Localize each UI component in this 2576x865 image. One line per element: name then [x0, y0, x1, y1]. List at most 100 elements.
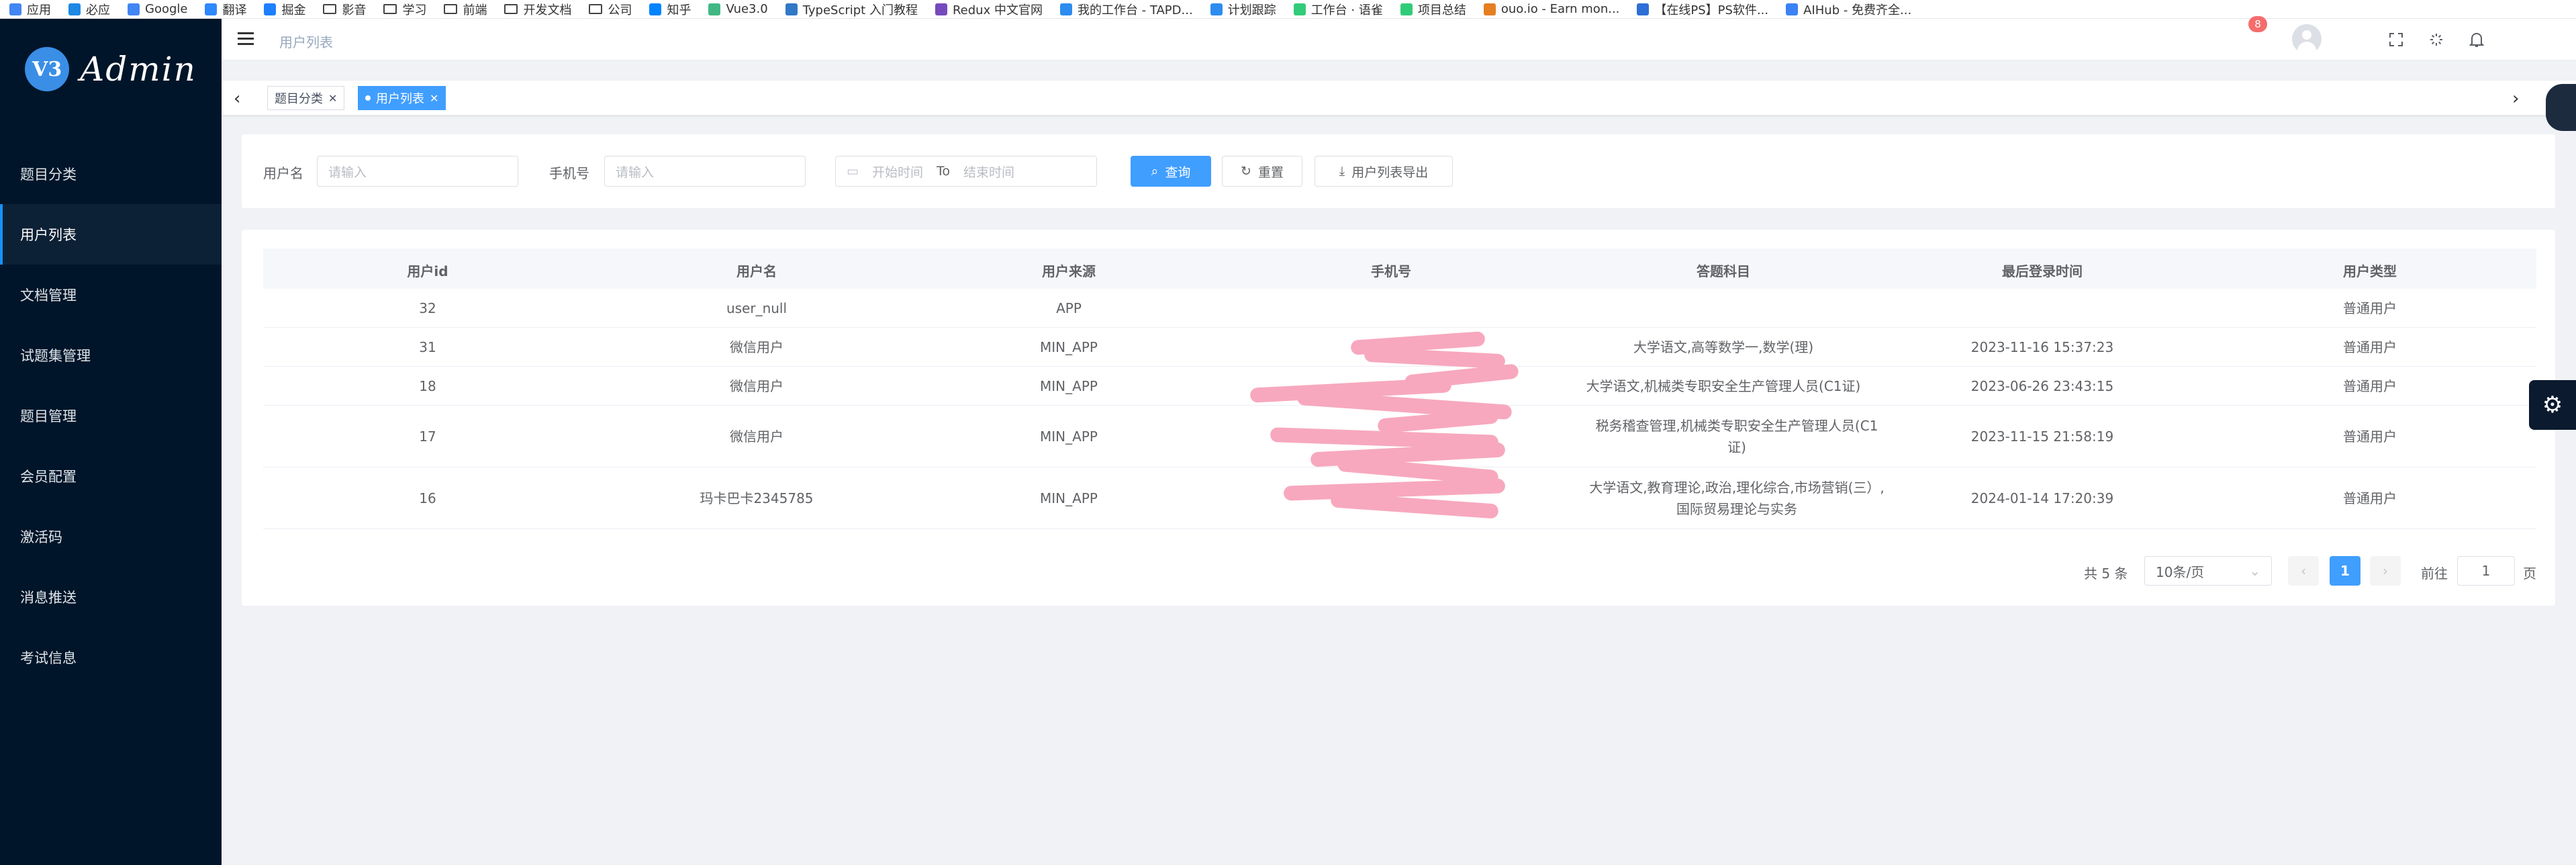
next-page-button[interactable]: ›: [2370, 556, 2401, 586]
phone-label: 手机号: [549, 165, 589, 181]
sidebar-item-document-management[interactable]: 文档管理: [0, 265, 222, 325]
bookmark-item[interactable]: ouo.io - Earn mon...: [1483, 2, 1620, 16]
table-row[interactable]: 32 user_null APP 普通用户: [263, 289, 2536, 328]
tapd-icon: [1059, 3, 1072, 15]
tags-scroll-left-icon[interactable]: ‹: [234, 89, 240, 109]
page-size-select[interactable]: 10条/页 ⌄: [2144, 556, 2272, 586]
bookmark-label: Vue3.0: [726, 2, 768, 16]
folder-icon: [323, 4, 337, 14]
bookmark-item[interactable]: Google: [128, 2, 187, 16]
sidebar-item-label: 题目分类: [20, 167, 77, 183]
sidebar-item-activation-code[interactable]: 激活码: [0, 506, 222, 567]
bookmark-label: Redux 中文官网: [952, 3, 1043, 17]
column-header-last-login: 最后登录时间: [2002, 263, 2083, 279]
tags-scroll-right-icon[interactable]: ›: [2512, 89, 2519, 109]
column-header-user-id: 用户id: [407, 263, 448, 279]
ps-icon: [1637, 3, 1650, 15]
phone-input[interactable]: 请输入: [604, 156, 806, 187]
aihub-icon: [1786, 3, 1799, 15]
tag-user-list[interactable]: 用户列表 ✕: [358, 86, 446, 110]
export-button[interactable]: ⤓ 用户列表导出: [1315, 156, 1453, 187]
username-placeholder: 请输入: [328, 165, 367, 180]
google-icon: [128, 3, 140, 15]
cell-source: MIN_APP: [1040, 339, 1098, 355]
cell-source: MIN_APP: [1040, 490, 1098, 506]
sidebar-item-question-management[interactable]: 题目管理: [0, 385, 222, 446]
sidebar-item-label: 用户列表: [20, 227, 77, 243]
bookmark-item[interactable]: 前端: [444, 1, 487, 18]
tracking-icon: [1210, 3, 1223, 15]
bookmark-label: ouo.io - Earn mon...: [1500, 2, 1620, 16]
bell-icon[interactable]: [2467, 30, 2487, 50]
bookmark-item[interactable]: TypeScript 入门教程: [785, 1, 918, 18]
sidebar: V3 Admin 题目分类 用户列表 文档管理 试题集管理 题目管理 会员配置 …: [0, 19, 222, 865]
cell-last-login: 2023-11-16 15:37:23: [1970, 339, 2114, 355]
tag-question-category[interactable]: 题目分类 ✕: [267, 86, 345, 110]
sidebar-item-question-category[interactable]: 题目分类: [0, 144, 222, 204]
bookmark-item[interactable]: 计划跟踪: [1210, 1, 1276, 18]
prev-page-button[interactable]: ‹: [2288, 556, 2319, 586]
bookmark-item[interactable]: 知乎: [649, 1, 691, 18]
theme-icon[interactable]: [2426, 30, 2446, 50]
fullscreen-icon[interactable]: [2386, 30, 2406, 50]
username-input[interactable]: 请输入: [317, 156, 518, 187]
bookmark-item[interactable]: 翻译: [205, 1, 246, 18]
close-icon[interactable]: ✕: [328, 92, 337, 105]
date-range-picker[interactable]: ▭ 开始时间 To 结束时间: [835, 156, 1097, 187]
settings-gear-icon[interactable]: ⚙: [2529, 380, 2576, 430]
bookmark-label: 前端: [463, 3, 487, 17]
sidebar-item-label: 会员配置: [20, 469, 77, 485]
page-button-current[interactable]: 1: [2330, 556, 2360, 586]
goto-page-input[interactable]: 1: [2457, 556, 2515, 586]
bookmark-label: 【在线PS】PS软件...: [1654, 3, 1769, 17]
bookmark-item[interactable]: Redux 中文官网: [935, 1, 1043, 18]
bookmark-item[interactable]: 学习: [383, 1, 426, 18]
end-time-placeholder: 结束时间: [963, 165, 1014, 180]
pagination-total: 共 5 条: [2084, 565, 2128, 582]
reset-button[interactable]: ↻ 重置: [1222, 156, 1302, 187]
bookmark-item[interactable]: 项目总结: [1400, 1, 1466, 18]
cell-user-id: 16: [419, 490, 436, 506]
bookmark-item[interactable]: Vue3.0: [708, 2, 768, 16]
sidebar-item-label: 消息推送: [20, 590, 77, 606]
sidebar-item-label: 文档管理: [20, 287, 77, 304]
bookmark-item[interactable]: 【在线PS】PS软件...: [1637, 1, 1768, 18]
sidebar-item-label: 激活码: [20, 529, 62, 545]
redux-icon: [935, 3, 947, 15]
page-size-value: 10条/页: [2156, 563, 2205, 580]
cell-username: 微信用户: [730, 378, 783, 394]
chevron-down-icon: ⌄: [2249, 563, 2260, 579]
cell-username: 微信用户: [730, 428, 783, 445]
bookmark-item[interactable]: 开发文档: [504, 1, 571, 18]
sidebar-item-exam-info[interactable]: 考试信息: [0, 627, 222, 688]
user-avatar[interactable]: [2292, 24, 2322, 54]
bookmark-item[interactable]: 应用: [9, 1, 51, 18]
bookmark-item[interactable]: 我的工作台 - TAPD...: [1059, 1, 1193, 18]
bookmark-label: TypeScript 入门教程: [802, 3, 918, 17]
sidebar-item-user-list[interactable]: 用户列表: [0, 204, 222, 265]
bookmark-item[interactable]: 必应: [68, 1, 110, 18]
hamburger-menu-icon[interactable]: [238, 32, 254, 46]
apps-grid-icon: [9, 3, 21, 15]
bookmark-item[interactable]: AIHub - 免费齐全...: [1786, 1, 1911, 18]
sidebar-item-message-push[interactable]: 消息推送: [0, 567, 222, 627]
bookmark-item[interactable]: 掘金: [264, 1, 305, 18]
bookmark-item[interactable]: 公司: [589, 1, 632, 18]
tag-label: 用户列表: [376, 92, 424, 106]
search-button-label: 查询: [1165, 165, 1191, 180]
breadcrumb: 用户列表: [279, 34, 333, 50]
sidebar-item-question-set-management[interactable]: 试题集管理: [0, 325, 222, 385]
bookmark-item[interactable]: 影音: [323, 1, 366, 18]
cell-user-type: 普通用户: [2343, 300, 2397, 316]
refresh-icon: ↻: [1241, 164, 1251, 179]
bookmark-item[interactable]: 工作台 · 语雀: [1293, 1, 1383, 18]
filter-card: 用户名 请输入 手机号 请输入 ▭ 开始时间 To 结束时间 ⌕ 查询 ↻ 重置…: [242, 134, 2555, 208]
sidebar-item-membership-config[interactable]: 会员配置: [0, 446, 222, 506]
cell-username: 玛卡巴卡2345785: [700, 490, 814, 506]
bookmark-label: 开发文档: [523, 3, 572, 17]
close-icon[interactable]: ✕: [430, 92, 438, 105]
search-button[interactable]: ⌕ 查询: [1131, 156, 1211, 187]
edge-collapse-handle[interactable]: [2546, 84, 2576, 131]
app-logo[interactable]: V3 Admin: [0, 19, 222, 120]
cell-source: APP: [1056, 300, 1082, 316]
